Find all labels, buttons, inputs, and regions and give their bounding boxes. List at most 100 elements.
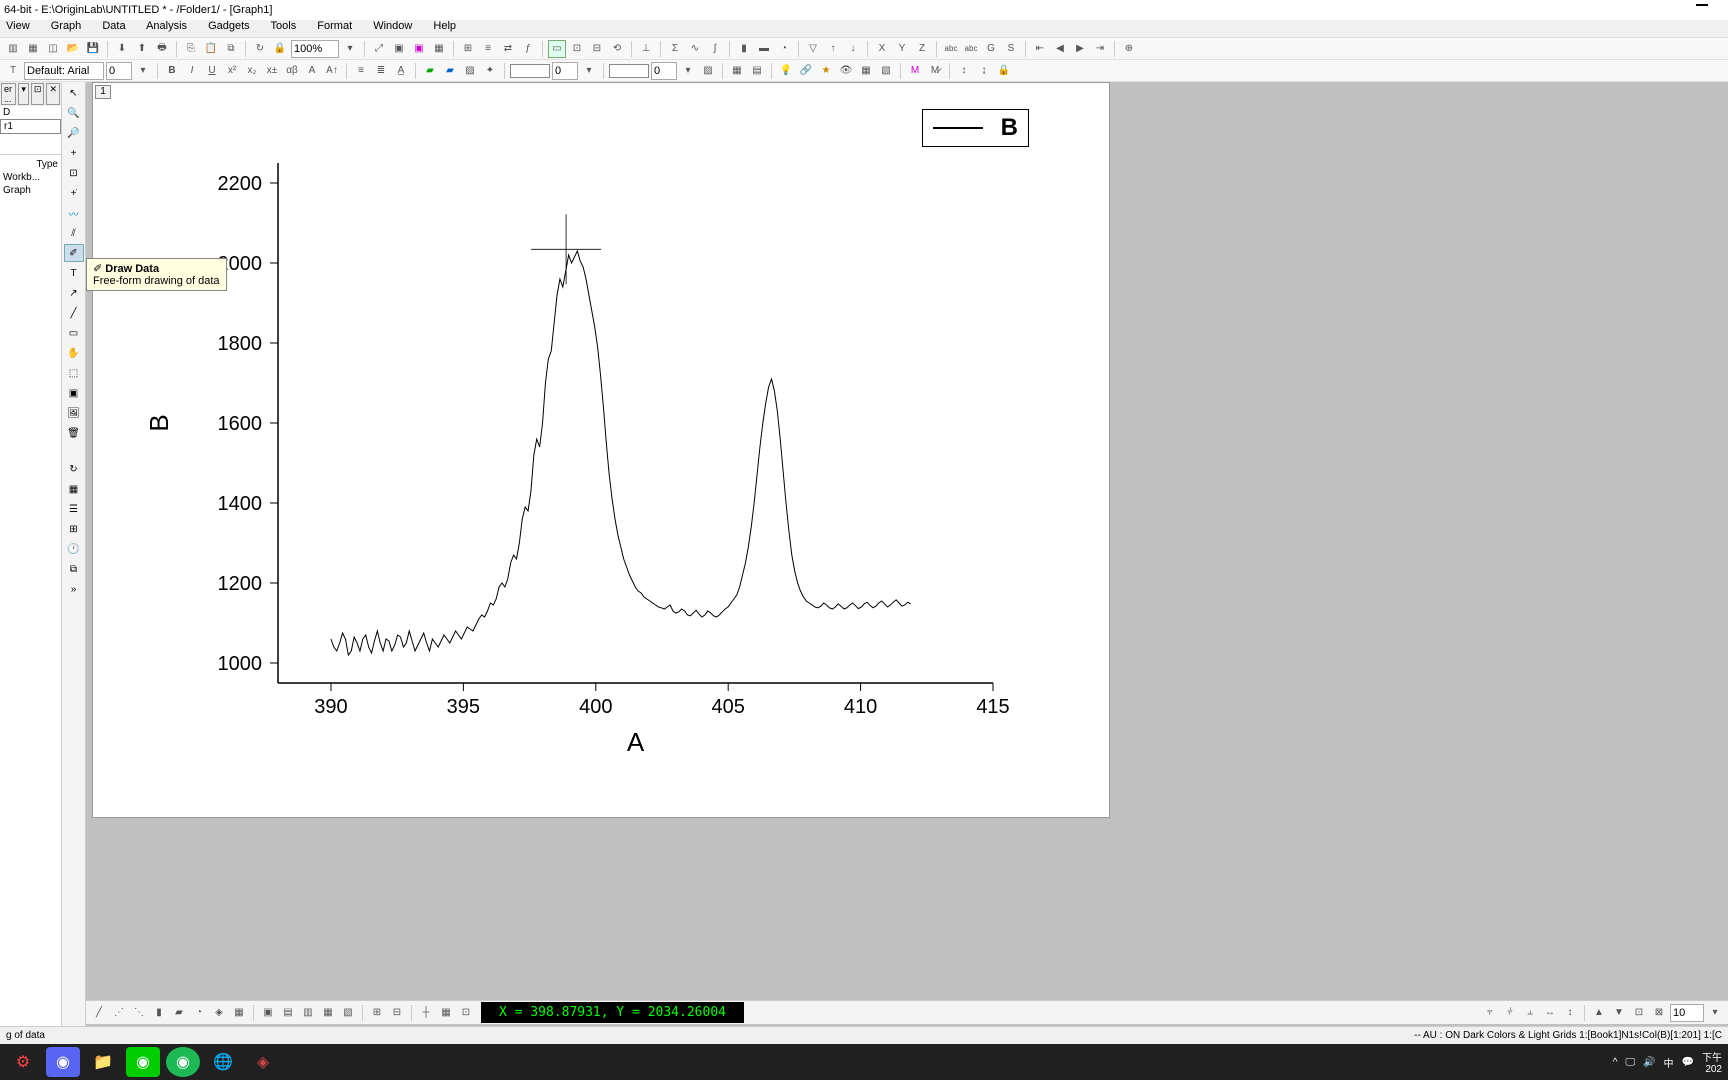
grid-icon[interactable]: ▦ xyxy=(728,62,746,80)
zoom-combo[interactable] xyxy=(291,40,339,58)
system-tray[interactable]: ^ 🖵 🔊 中 💬 下午 202 xyxy=(1613,1049,1728,1075)
add-layer-icon[interactable]: ▣ xyxy=(390,40,408,58)
pan-tool-icon[interactable]: ✋ xyxy=(64,344,84,362)
menu-gadgets[interactable]: Gadgets xyxy=(208,20,250,32)
line-width-combo[interactable] xyxy=(552,62,578,80)
pe-dropdown-icon[interactable]: er ... xyxy=(1,83,16,105)
increase-font-icon[interactable]: A↑ xyxy=(323,62,341,80)
template1-icon[interactable]: ▣ xyxy=(259,1004,277,1022)
measure-icon[interactable]: ⊡ xyxy=(457,1004,475,1022)
insert-graph-icon[interactable]: ▣ xyxy=(64,384,84,402)
x-function-icon[interactable]: ƒ xyxy=(519,40,537,58)
pe-row[interactable]: r1 xyxy=(0,119,61,134)
menu-analysis[interactable]: Analysis xyxy=(146,20,187,32)
axes-dialog-icon[interactable]: ⊥ xyxy=(637,40,655,58)
italic-icon[interactable]: I xyxy=(183,62,201,80)
dist-h-icon[interactable]: ↔ xyxy=(1541,1004,1559,1022)
minimize-icon[interactable] xyxy=(1696,4,1708,6)
down-arrow-icon[interactable]: ↨ xyxy=(975,62,993,80)
subscript-icon[interactable]: x₂ xyxy=(243,62,261,80)
line-color-icon[interactable]: ▰ xyxy=(441,62,459,80)
symbol-icon[interactable]: ✦ xyxy=(481,62,499,80)
pe-down-icon[interactable]: ▾ xyxy=(18,83,29,105)
time-icon[interactable]: 🕐 xyxy=(64,540,84,558)
swap-icon[interactable]: ⇄ xyxy=(499,40,517,58)
scatter-plot-icon[interactable]: ⋰ xyxy=(110,1004,128,1022)
chrome-icon[interactable]: 🌐 xyxy=(206,1047,240,1077)
layout1-icon[interactable]: ⊞ xyxy=(368,1004,386,1022)
supersub-icon[interactable]: x± xyxy=(263,62,281,80)
line-icon[interactable]: ◉ xyxy=(126,1047,160,1077)
x-label-icon[interactable]: X xyxy=(873,40,891,58)
bar-plot-icon[interactable]: ▬ xyxy=(755,40,773,58)
line-width-dropdown-icon[interactable]: ▾ xyxy=(580,62,598,80)
graph-window[interactable]: 1 B 390395400405410415100012001400160018… xyxy=(92,82,1110,818)
menu-tools[interactable]: Tools xyxy=(271,20,297,32)
pattern-icon[interactable]: ▨ xyxy=(461,62,479,80)
prev-icon[interactable]: ◀ xyxy=(1051,40,1069,58)
surface-icon[interactable]: ▦ xyxy=(230,1004,248,1022)
menu-window[interactable]: Window xyxy=(373,20,412,32)
lock2-icon[interactable]: 🔒 xyxy=(995,62,1013,80)
table-icon[interactable]: ▤ xyxy=(748,62,766,80)
ungroup-icon[interactable]: ⊠ xyxy=(1650,1004,1668,1022)
font-size-combo[interactable] xyxy=(106,62,132,80)
tray-ime[interactable]: 中 xyxy=(1664,1055,1674,1070)
zoom-dropdown-icon[interactable]: ▾ xyxy=(341,40,359,58)
matrix-icon[interactable]: ⊞ xyxy=(64,520,84,538)
template4-icon[interactable]: ▦ xyxy=(319,1004,337,1022)
font-size-dropdown-icon[interactable]: ▾ xyxy=(134,62,152,80)
gridlines-icon[interactable]: ▦ xyxy=(437,1004,455,1022)
region-tool-icon[interactable]: ⬚ xyxy=(64,364,84,382)
print-icon[interactable]: 🖶 xyxy=(153,40,171,58)
data-reader-icon[interactable]: ⊡ xyxy=(64,164,84,182)
greek-icon[interactable]: αβ xyxy=(283,62,301,80)
tray-notif-icon[interactable]: 💬 xyxy=(1682,1057,1694,1068)
z-label-icon[interactable]: Z xyxy=(913,40,931,58)
regional-selector-icon[interactable]: ⫽ xyxy=(64,224,84,242)
line-plot-icon[interactable]: ╱ xyxy=(90,1004,108,1022)
template3-icon[interactable]: ▥ xyxy=(299,1004,317,1022)
last-icon[interactable]: ⇥ xyxy=(1091,40,1109,58)
group-icon[interactable]: ⊡ xyxy=(1630,1004,1648,1022)
add-plot-icon[interactable]: ⊞ xyxy=(459,40,477,58)
template5-icon[interactable]: ▧ xyxy=(339,1004,357,1022)
font-name-combo[interactable] xyxy=(24,62,104,80)
text-color-icon[interactable]: A̲ xyxy=(392,62,410,80)
screen-reader-icon[interactable]: + xyxy=(64,144,84,162)
data-cursor-icon[interactable]: +̇ xyxy=(64,184,84,202)
merge-icon[interactable]: ▦ xyxy=(430,40,448,58)
extract-layer-icon[interactable]: ▣ xyxy=(410,40,428,58)
size-dropdown-icon[interactable]: ▾ xyxy=(1706,1004,1724,1022)
zoom-out-icon[interactable]: ⊟ xyxy=(588,40,606,58)
pe-close-icon[interactable]: ✕ xyxy=(46,83,60,105)
copy-icon[interactable]: ⎘ xyxy=(182,40,200,58)
new-workbook-icon[interactable]: ▦ xyxy=(24,40,42,58)
underline-icon[interactable]: U xyxy=(203,62,221,80)
pe-row[interactable]: Workb... xyxy=(0,171,61,184)
line-symbol-icon[interactable]: ⋱ xyxy=(130,1004,148,1022)
menu-format[interactable]: Format xyxy=(317,20,352,32)
column-icon[interactable]: ▮ xyxy=(150,1004,168,1022)
tray-chevron-icon[interactable]: ^ xyxy=(1613,1057,1618,1068)
border-dropdown-icon[interactable]: ▾ xyxy=(679,62,697,80)
new-project-icon[interactable]: ▥ xyxy=(4,40,22,58)
open-icon[interactable]: 📂 xyxy=(64,40,82,58)
layout2-icon[interactable]: ⊟ xyxy=(388,1004,406,1022)
abc2-icon[interactable]: abc xyxy=(962,40,980,58)
bold-icon[interactable]: B xyxy=(163,62,181,80)
menu-graph[interactable]: Graph xyxy=(51,20,82,32)
app-icon[interactable]: ⊕ xyxy=(1120,40,1138,58)
size-input[interactable] xyxy=(1670,1004,1704,1022)
sort-asc-icon[interactable]: ↑ xyxy=(824,40,842,58)
new-graph-icon[interactable]: ◫ xyxy=(44,40,62,58)
tray-display-icon[interactable]: 🖵 xyxy=(1625,1057,1635,1068)
explorer-icon[interactable]: 📁 xyxy=(86,1047,120,1077)
border-style-combo[interactable] xyxy=(609,64,649,78)
tray-volume-icon[interactable]: 🔊 xyxy=(1643,1057,1655,1068)
project-explorer[interactable]: er ... ▾ ⊡ ✕ D r1 Type Workb... Graph xyxy=(0,82,62,1042)
crosshair-icon[interactable]: ┼ xyxy=(417,1004,435,1022)
front-icon[interactable]: ▲ xyxy=(1590,1004,1608,1022)
arrow-tool-icon[interactable]: ↗ xyxy=(64,284,84,302)
back-icon[interactable]: ▼ xyxy=(1610,1004,1628,1022)
